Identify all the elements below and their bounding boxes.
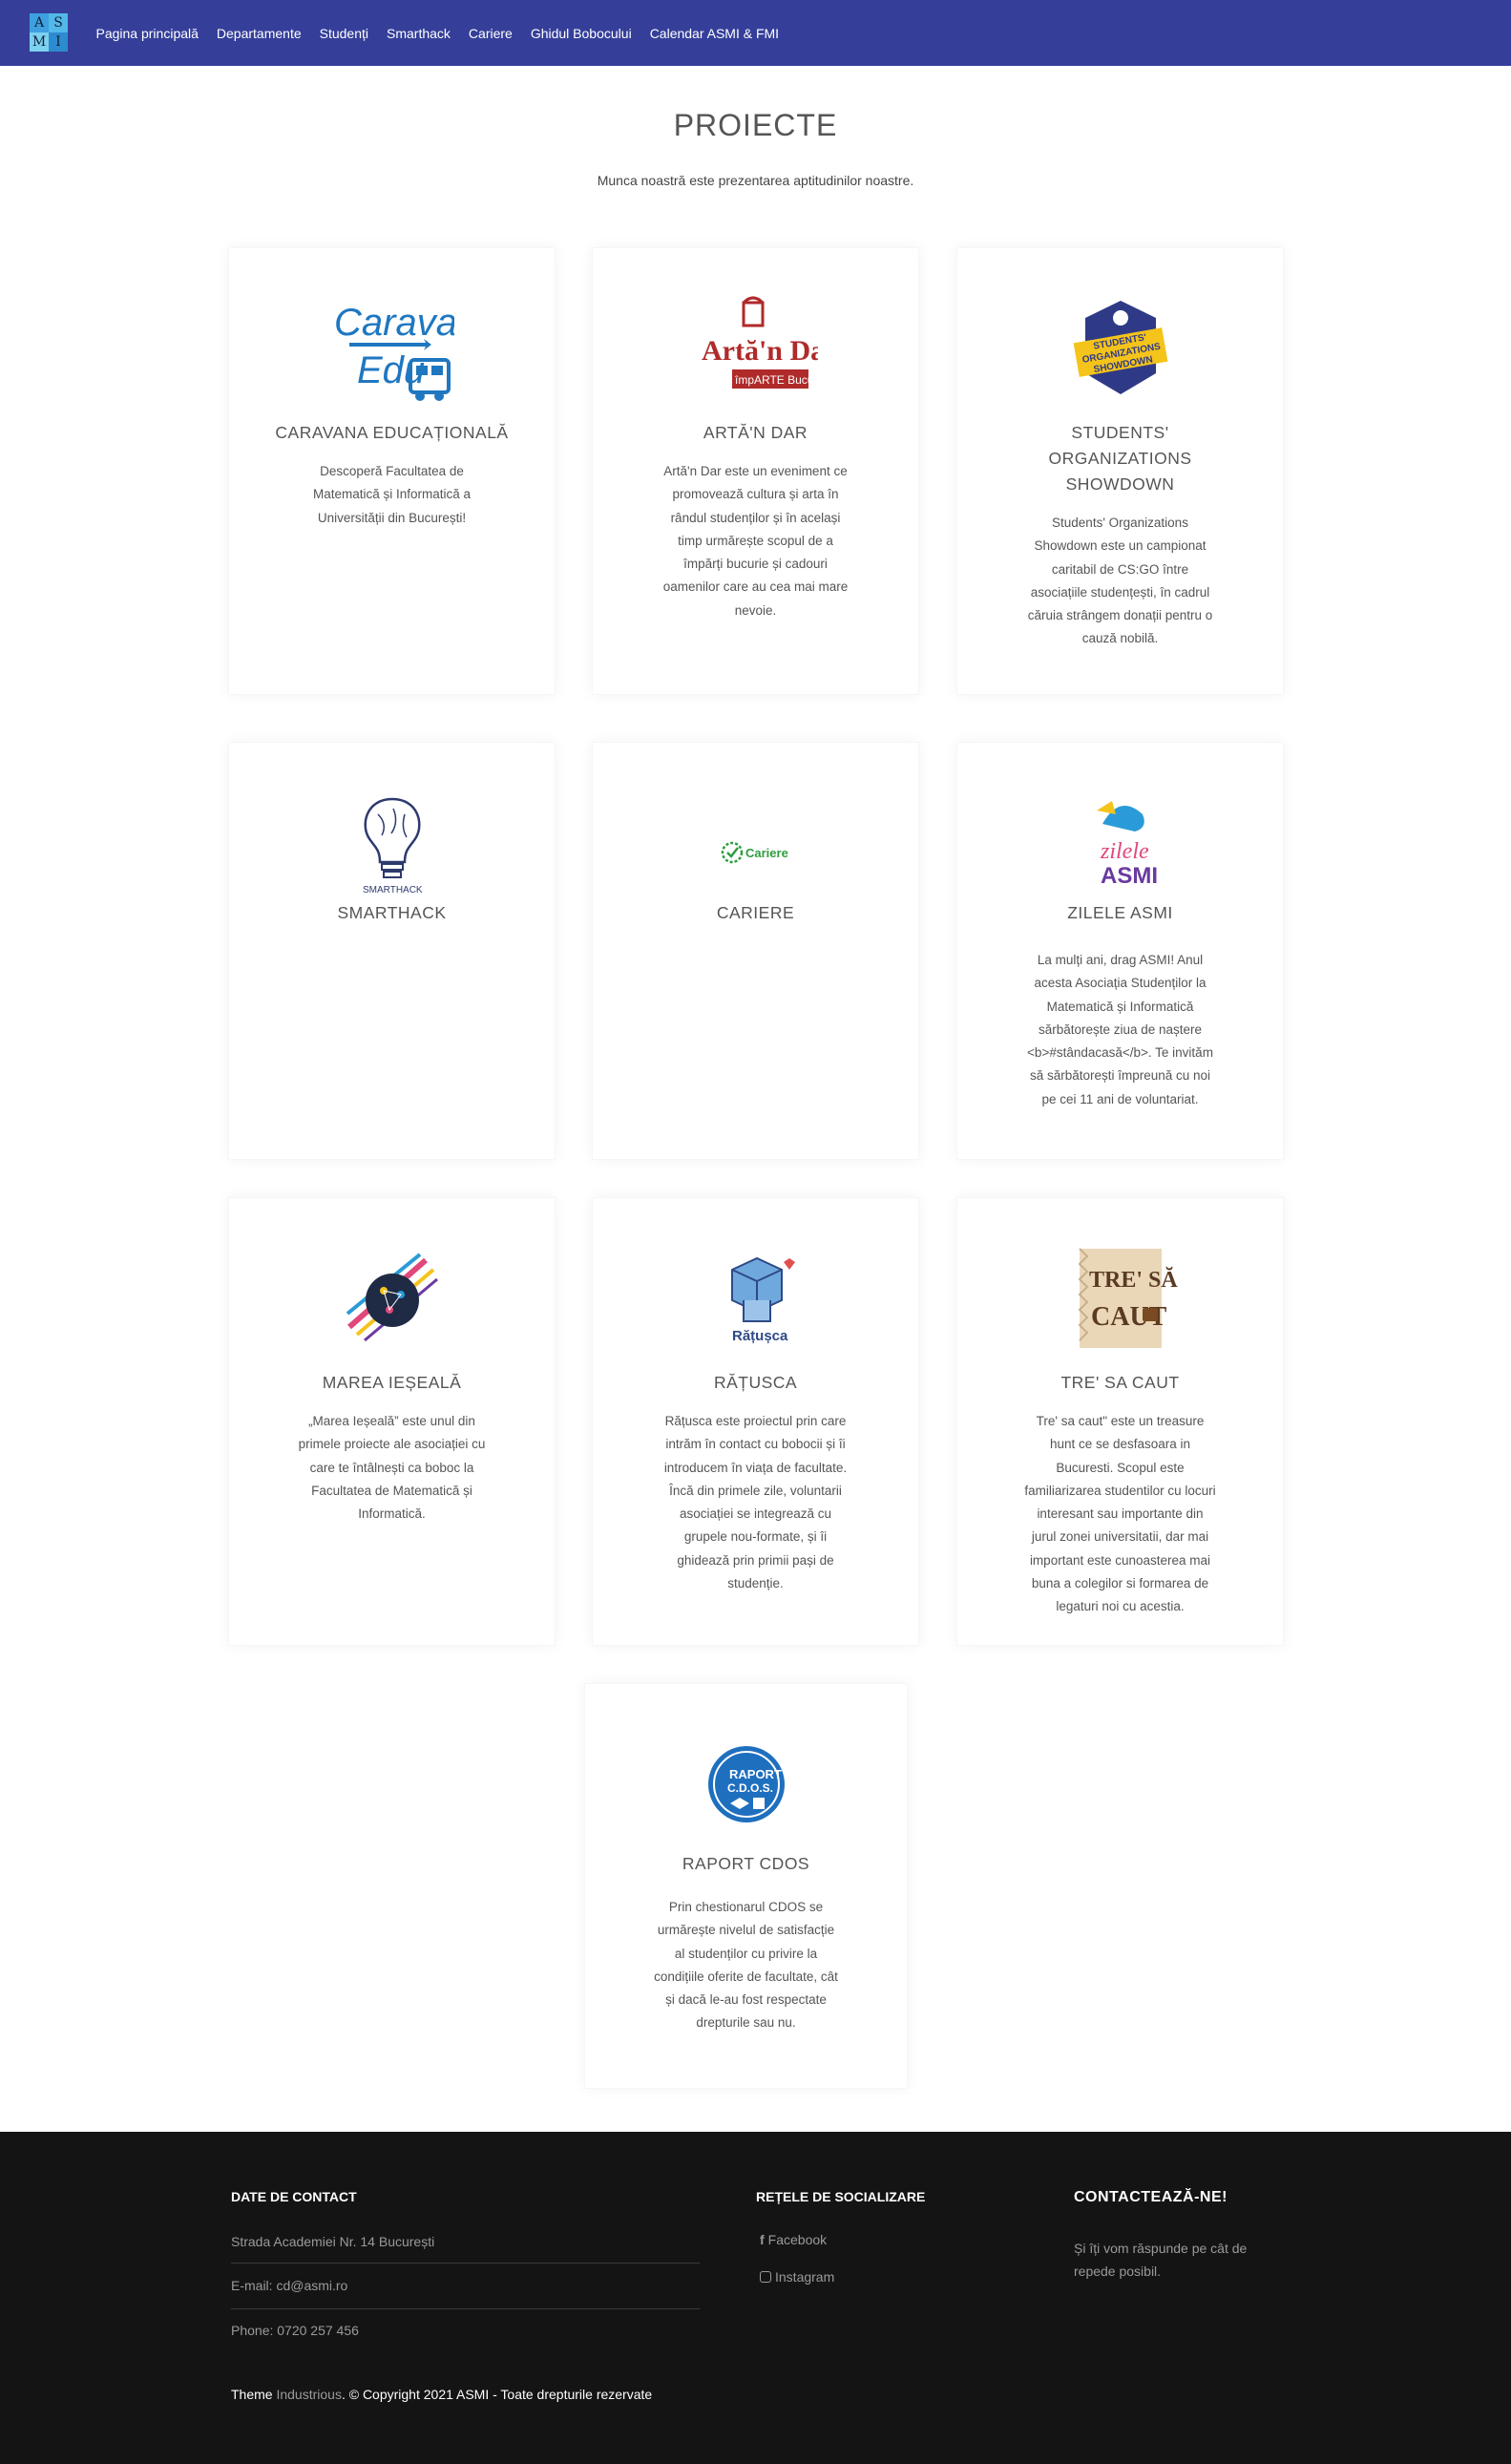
nav-link-departamente[interactable]: Departamente xyxy=(217,26,302,41)
project-card-tre-sa-caut[interactable]: TRE' SĂ CAUT TRE' SA CAUT Tre' sa caut" … xyxy=(956,1197,1284,1646)
project-title: RAPORT CDOS xyxy=(682,1854,810,1873)
facebook-link[interactable]: f Facebook xyxy=(760,2232,827,2247)
nav-link-cariere[interactable]: Cariere xyxy=(469,26,513,41)
project-description: Descoperă Facultatea de Matematică și In… xyxy=(312,464,472,525)
project-card-arta-n-dar[interactable]: Artă'n Dar împARTE Bucurie ARTĂ'N DAR Ar… xyxy=(592,247,919,695)
facebook-label: Facebook xyxy=(767,2232,828,2247)
project-card-ratusca[interactable]: Rățușca RĂȚUSCA Rățusca este proiectul p… xyxy=(592,1197,919,1646)
project-card-zilele-asmi[interactable]: zilele ASMI ZILELE ASMI La mulți ani, dr… xyxy=(956,742,1284,1160)
nav-menu: Pagina principală Departamente Studenți … xyxy=(87,0,788,66)
footer-cta-text: Și îți vom răspunde pe cât de repede pos… xyxy=(1074,2241,1248,2279)
footer-cta-heading: CONTACTEAZĂ-NE! xyxy=(1074,2189,1228,2205)
project-title: RĂȚUSCA xyxy=(713,1373,798,1392)
project-card-raport-cdos[interactable]: RAPORT C.D.O.S. RAPORT CDOS Prin chestio… xyxy=(584,1683,908,2089)
instagram-link[interactable]: Instagram xyxy=(760,2269,834,2285)
project-card-caravana[interactable]: Caravana Edu CARAVANA EDUCAȚIONALĂ Desco… xyxy=(228,247,556,695)
project-description: Artă'n Dar este un eveniment ce promovea… xyxy=(662,464,849,618)
project-title: MAREA IEȘEALĂ xyxy=(322,1373,462,1392)
svg-text:Cariere: Cariere xyxy=(745,846,788,860)
instagram-label: Instagram xyxy=(775,2269,835,2285)
footer-contact-heading: DATE DE CONTACT xyxy=(231,2189,357,2204)
svg-text:Rățușca: Rățușca xyxy=(732,1328,788,1344)
page-title: PROIECTE xyxy=(673,108,838,142)
project-title: CARIERE xyxy=(716,903,795,922)
svg-text:Edu: Edu xyxy=(357,349,425,391)
footer-email[interactable]: E-mail: cd@asmi.ro xyxy=(231,2278,347,2293)
copyright-suffix: . © Copyright 2021 ASMI - Toate drepturi… xyxy=(341,2387,653,2402)
svg-text:zilele: zilele xyxy=(1100,839,1149,864)
svg-text:Artă'n Dar: Artă'n Dar xyxy=(702,335,818,367)
tre-sa-caut-logo: TRE' SĂ CAUT xyxy=(957,1241,1283,1356)
footer-phone: Phone: 0720 257 456 xyxy=(231,2323,359,2338)
copyright: Theme Industrious. © Copyright 2021 ASMI… xyxy=(231,2387,652,2402)
svg-text:ASMI: ASMI xyxy=(1101,863,1158,889)
logo-letter: I xyxy=(49,32,68,52)
ratusca-logo: Rățușca xyxy=(593,1241,918,1356)
marea-iesea-logo xyxy=(229,1241,555,1356)
instagram-icon xyxy=(760,2271,771,2283)
svg-text:RAPORT: RAPORT xyxy=(729,1767,782,1781)
project-card-marea-iesea[interactable]: MAREA IEȘEALĂ „Marea Ieșeală” este unul … xyxy=(228,1197,556,1646)
project-card-cariere[interactable]: Cariere CARIERE xyxy=(592,742,919,1160)
logo-letter: A xyxy=(30,13,49,32)
copyright-prefix: Theme xyxy=(231,2387,273,2402)
nav-link-smarthack[interactable]: Smarthack xyxy=(387,26,451,41)
project-title: ARTĂ'N DAR xyxy=(703,423,808,442)
cariere-check-logo: Cariere xyxy=(593,786,918,900)
project-title: TRE' SA CAUT xyxy=(1060,1373,1180,1392)
project-description: Students' Organizations Showdown este un… xyxy=(1027,516,1213,646)
page-subtitle: Munca noastră este prezentarea aptitudin… xyxy=(597,173,914,188)
svg-text:SMARTHACK: SMARTHACK xyxy=(363,885,423,895)
project-card-smarthack[interactable]: SMARTHACK SMARTHACK xyxy=(228,742,556,1160)
project-title: ZILELE ASMI xyxy=(1067,903,1173,922)
svg-text:Caravana: Caravana xyxy=(334,302,454,344)
nav-link-studenti[interactable]: Studenți xyxy=(320,26,368,41)
footer-divider xyxy=(231,2308,700,2309)
caravana-edu-logo: Caravana Edu xyxy=(229,291,555,406)
facebook-icon: f xyxy=(760,2232,765,2247)
svg-text:împARTE Bucurie: împARTE Bucurie xyxy=(734,373,818,387)
footer-address: Strada Academiei Nr. 14 București xyxy=(231,2234,435,2249)
project-description: La mulți ani, drag ASMI! Anul acesta Aso… xyxy=(1027,953,1213,1106)
footer-social-heading: REȚELE DE SOCIALIZARE xyxy=(756,2189,926,2204)
raport-cdos-logo: RAPORT C.D.O.S. xyxy=(585,1727,907,1842)
top-navbar: A S M I Pagina principală Departamente S… xyxy=(0,0,1511,66)
zilele-asmi-logo: zilele ASMI xyxy=(957,786,1283,900)
logo-letter: S xyxy=(49,13,68,32)
svg-text:C.D.O.S.: C.D.O.S. xyxy=(727,1781,773,1795)
asmi-logo[interactable]: A S M I xyxy=(30,13,68,52)
smarthack-bulb-logo: SMARTHACK xyxy=(229,786,555,900)
project-title: CARAVANA EDUCAȚIONALĂ xyxy=(275,423,509,442)
project-description: „Marea Ieșeală” este unul din primele pr… xyxy=(298,1414,486,1522)
project-title: STUDENTS' ORGANIZATIONS SHOWDOWN xyxy=(1048,423,1192,494)
svg-text:TRE' SĂ: TRE' SĂ xyxy=(1089,1267,1178,1293)
project-description: Tre' sa caut" este un treasure hunt ce s… xyxy=(1024,1414,1216,1614)
nav-link-ghidul-bobocului[interactable]: Ghidul Bobocului xyxy=(531,26,632,41)
footer-divider xyxy=(231,2263,700,2264)
theme-link[interactable]: Industrious xyxy=(276,2387,341,2402)
showdown-shield-logo: STUDENTS' ORGANIZATIONS SHOWDOWN xyxy=(957,291,1283,406)
project-title: SMARTHACK xyxy=(337,903,447,922)
project-description: Rățusca este proiectul prin care intrăm … xyxy=(663,1414,848,1591)
project-card-showdown[interactable]: STUDENTS' ORGANIZATIONS SHOWDOWN STUDENT… xyxy=(956,247,1284,695)
footer xyxy=(0,2132,1511,2464)
nav-link-calendar[interactable]: Calendar ASMI & FMI xyxy=(650,26,779,41)
arta-n-dar-logo: Artă'n Dar împARTE Bucurie xyxy=(593,291,918,406)
logo-letter: M xyxy=(30,32,49,52)
project-description: Prin chestionarul CDOS se urmărește nive… xyxy=(654,1900,838,2031)
nav-link-home[interactable]: Pagina principală xyxy=(96,26,199,41)
